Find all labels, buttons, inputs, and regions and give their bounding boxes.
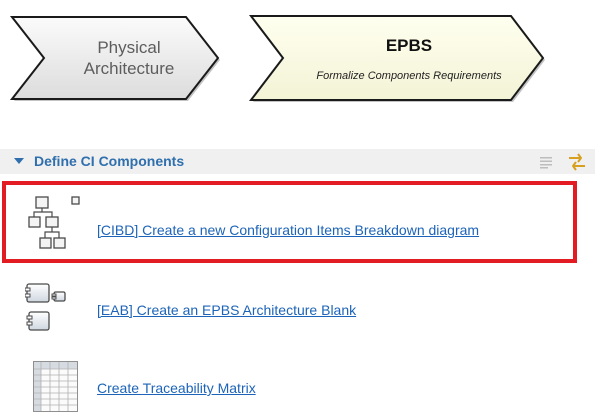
- sync-arrows-icon[interactable]: [566, 152, 588, 177]
- section-title[interactable]: Define CI Components: [34, 153, 184, 169]
- section-header[interactable]: Define CI Components: [0, 149, 595, 174]
- eab-create-architecture-link[interactable]: [EAB] Create an EPBS Architecture Blank: [97, 302, 356, 318]
- collapse-list-icon[interactable]: [539, 155, 553, 174]
- architecture-blank-icon[interactable]: [24, 282, 77, 343]
- expand-twisty-icon[interactable]: [14, 158, 24, 164]
- phase-epbs[interactable]: EPBS Formalize Components Requirements: [247, 12, 547, 104]
- create-traceability-matrix-link[interactable]: Create Traceability Matrix: [97, 380, 256, 396]
- matrix-table-icon[interactable]: [33, 361, 81, 417]
- breakdown-tree-icon[interactable]: [28, 196, 80, 263]
- cibd-create-diagram-link[interactable]: [CIBD] Create a new Configuration Items …: [97, 222, 479, 238]
- phase-physical-architecture[interactable]: Physical Architecture: [8, 14, 222, 102]
